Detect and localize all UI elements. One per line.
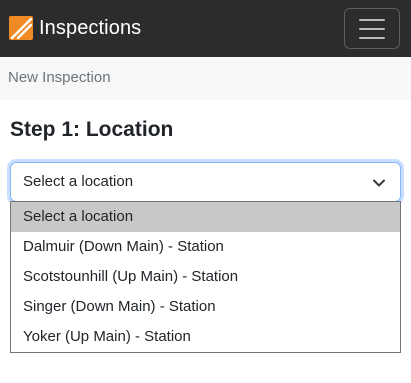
location-options-list: Select a location Dalmuir (Down Main) - …: [10, 201, 401, 353]
hamburger-menu-icon-bar: [359, 27, 385, 30]
chevron-down-icon: [373, 179, 385, 187]
location-option[interactable]: Scotstounhill (Up Main) - Station: [11, 262, 400, 292]
brand[interactable]: Inspections: [9, 14, 141, 42]
hamburger-menu-button[interactable]: [344, 8, 400, 49]
breadcrumb: New Inspection: [0, 57, 411, 100]
location-option[interactable]: Select a location: [11, 202, 400, 232]
navbar: Inspections: [0, 0, 411, 57]
location-option[interactable]: Singer (Down Main) - Station: [11, 292, 400, 322]
hamburger-menu-icon-bar: [359, 36, 385, 39]
breadcrumb-item-current: New Inspection: [8, 69, 111, 86]
page-title: Step 1: Location: [10, 118, 174, 141]
location-select[interactable]: Select a location: [10, 162, 401, 202]
slash-logo-icon: [9, 16, 33, 40]
location-option[interactable]: Yoker (Up Main) - Station: [11, 322, 400, 352]
hamburger-menu-icon: [359, 18, 385, 21]
location-option[interactable]: Dalmuir (Down Main) - Station: [11, 232, 400, 262]
location-select-value: Select a location: [23, 173, 134, 190]
brand-title: Inspections: [39, 16, 142, 39]
